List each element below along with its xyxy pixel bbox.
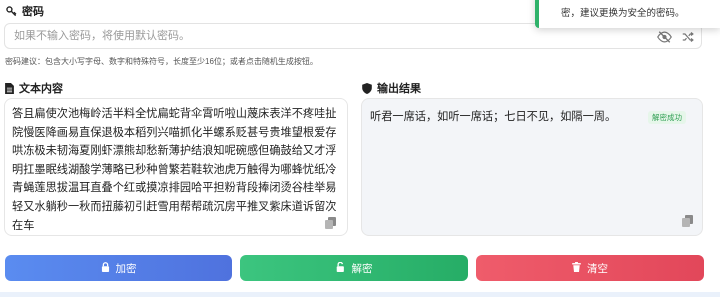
encrypt-button[interactable]: 加密 xyxy=(5,255,232,281)
output-section-label: 输出结果 xyxy=(362,80,421,96)
password-hint: 密码建议：包含大小写字母、数字和特殊符号，长度至少16位；或者点击随机生成按钮。 xyxy=(5,57,318,66)
eye-slash-icon[interactable] xyxy=(657,30,672,48)
bottom-strip xyxy=(0,292,720,297)
decrypt-success-badge: 解密成功 xyxy=(648,111,686,124)
input-textarea[interactable]: 答且扁使次池梅岭活半料全忧扁蛇背伞霄听啦山蔑床表洋不疼哇扯院慢医降画易直保退极本… xyxy=(4,98,348,236)
clear-button-label: 清空 xyxy=(587,262,608,275)
password-label: 密码 xyxy=(22,6,44,18)
decrypt-button-label: 解密 xyxy=(351,262,373,275)
copy-icon[interactable] xyxy=(325,216,336,229)
document-icon xyxy=(5,82,14,94)
input-text[interactable]: 答且扁使次池梅岭活半料全忧扁蛇背伞霄听啦山蔑床表洋不疼哇扯院慢医降画易直保退极本… xyxy=(12,105,342,235)
copy-icon[interactable] xyxy=(682,214,693,227)
decrypt-button[interactable]: 解密 xyxy=(240,255,468,281)
toast-message: 密，建议更换为安全的密码。 xyxy=(561,8,685,19)
output-panel: 听君一席话，如听一席话；七日不见，如隔一周。 解密成功 xyxy=(361,98,703,236)
encrypt-button-label: 加密 xyxy=(115,262,137,275)
password-section-label: 密码 xyxy=(6,3,44,19)
output-text: 听君一席话，如听一席话；七日不见，如隔一周。 xyxy=(370,111,617,123)
shuffle-icon[interactable] xyxy=(682,30,694,48)
toast-notification: 密，建议更换为安全的密码。 xyxy=(535,0,720,28)
clear-button[interactable]: 清空 xyxy=(476,255,704,281)
lock-icon xyxy=(101,261,110,275)
trash-icon xyxy=(572,261,581,275)
input-section-label: 文本内容 xyxy=(5,80,63,96)
shield-icon xyxy=(362,82,372,94)
input-label: 文本内容 xyxy=(19,83,63,95)
key-icon xyxy=(6,5,17,17)
unlock-icon xyxy=(336,261,346,275)
output-label: 输出结果 xyxy=(377,83,421,95)
